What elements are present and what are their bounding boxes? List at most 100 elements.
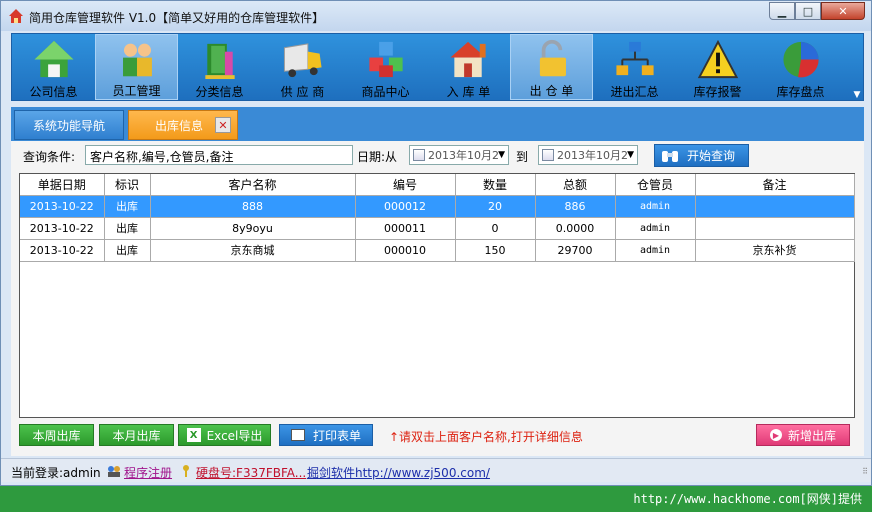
toolbar-company-info[interactable]: 公司信息	[12, 34, 95, 100]
toolbar-stock-alert[interactable]: 库存报警	[676, 34, 759, 100]
column-header[interactable]: 仓管员	[615, 174, 696, 196]
toolbar-label: 库存报警	[693, 85, 742, 99]
cell-quantity: 0	[455, 217, 536, 240]
tab-strip: 系统功能导航 出库信息 ✕	[11, 107, 864, 141]
cell-note	[695, 195, 855, 218]
current-user: 当前登录:admin	[11, 466, 101, 480]
cell-quantity: 150	[455, 239, 536, 262]
window-title: 简用仓库管理软件 V1.0【简单又好用的仓库管理软件】	[29, 11, 325, 25]
column-header[interactable]: 单据日期	[20, 174, 105, 196]
disk-id-link[interactable]: 硬盘号:F337FBFA...	[196, 464, 306, 481]
toolbar-stock-out[interactable]: 出 仓 单	[510, 34, 593, 100]
stock-out-panel: 查询条件: 客户名称,编号,仓管员,备注 日期:从 2013年10月2 ▼ 到 …	[11, 141, 864, 456]
padlock-icon	[539, 40, 566, 77]
toolbar-staff-management[interactable]: 员工管理	[95, 34, 178, 100]
date-from-label: 日期:从	[357, 150, 398, 164]
cell-keeper: admin	[615, 195, 696, 218]
cell-note	[695, 217, 855, 240]
column-header[interactable]: 数量	[455, 174, 536, 196]
cell-flag: 出库	[104, 239, 151, 262]
cell-number: 000012	[355, 195, 456, 218]
search-button-label: 开始查询	[687, 149, 736, 163]
resize-grip[interactable]: ⠿	[862, 467, 868, 476]
print-form-button[interactable]: 打印表单	[279, 424, 373, 446]
cell-customer[interactable]: 8y9oyu	[150, 217, 356, 240]
users-icon	[107, 465, 121, 477]
column-header[interactable]: 客户名称	[150, 174, 356, 196]
play-icon: ▶	[769, 429, 782, 441]
toolbar-in-out-summary[interactable]: 进出汇总	[593, 34, 676, 100]
date-from-value: 2013年10月2	[428, 149, 499, 162]
toolbar-category-info[interactable]: 分类信息	[178, 34, 261, 100]
tab-stock-out-info[interactable]: 出库信息 ✕	[128, 110, 238, 140]
toolbar-label: 入 库 单	[446, 85, 491, 99]
toolbar-stocktake[interactable]: 库存盘点	[759, 34, 842, 100]
chevron-down-icon: ▼	[498, 150, 505, 160]
warning-icon	[697, 39, 738, 79]
toolbar-product-center[interactable]: 商品中心	[344, 34, 427, 100]
maximize-button[interactable]: □	[795, 2, 821, 20]
binoculars-icon	[662, 150, 678, 162]
toolbar-label: 公司信息	[29, 85, 78, 99]
cell-total: 29700	[535, 239, 616, 262]
table-header-row: 单据日期 标识 客户名称 编号 数量 总额 仓管员 备注	[20, 174, 855, 196]
date-from-picker[interactable]: 2013年10月2 ▼	[409, 145, 509, 165]
excel-icon: X	[186, 428, 201, 442]
tab-close-icon[interactable]: ✕	[215, 117, 231, 133]
table-row[interactable]: 2013-10-22 出库 8y9oyu 000011 0 0.0000 adm…	[20, 217, 855, 240]
cell-number: 000010	[355, 239, 456, 262]
cell-customer[interactable]: 888	[150, 195, 356, 218]
column-header[interactable]: 备注	[695, 174, 855, 196]
week-stock-out-button[interactable]: 本周出库	[19, 424, 94, 446]
toolbar-scroll-button[interactable]: ▼	[851, 34, 863, 100]
chevron-down-icon: ▼	[627, 150, 634, 160]
print-form-label: 打印表单	[312, 428, 361, 443]
close-button[interactable]: ✕	[821, 2, 865, 20]
table-row[interactable]: 2013-10-22 出库 京东商城 000010 150 29700 admi…	[20, 239, 855, 262]
org-chart-icon	[615, 41, 654, 76]
toolbar-label: 员工管理	[112, 84, 161, 98]
app-house-icon	[9, 9, 23, 23]
books-icon	[204, 43, 235, 80]
toolbar-supplier[interactable]: 供 应 商	[261, 34, 344, 100]
query-label: 查询条件:	[23, 150, 76, 164]
add-stock-out-button[interactable]: ▶ 新增出库	[756, 424, 850, 446]
month-stock-out-button[interactable]: 本月出库	[99, 424, 174, 446]
date-to-picker[interactable]: 2013年10月2 ▼	[538, 145, 638, 165]
toolbar-label: 分类信息	[195, 85, 244, 99]
query-input[interactable]: 客户名称,编号,仓管员,备注	[85, 145, 353, 165]
column-header[interactable]: 编号	[355, 174, 456, 196]
cell-flag: 出库	[104, 217, 151, 240]
column-header[interactable]: 总额	[535, 174, 616, 196]
tab-system-navigation[interactable]: 系统功能导航	[14, 110, 124, 140]
search-button[interactable]: 开始查询	[654, 144, 749, 167]
website-link[interactable]: 掘剑软件http://www.zj500.com/	[307, 464, 490, 481]
cell-date: 2013-10-22	[20, 195, 105, 218]
warehouse-icon	[449, 41, 486, 78]
key-icon	[181, 465, 191, 477]
toolbar-label: 进出汇总	[610, 85, 659, 99]
table-row[interactable]: 2013-10-22 出库 888 000012 20 886 admin	[20, 195, 855, 218]
truck-icon	[283, 43, 322, 78]
watermark-text: http://www.hackhome.com[网侠]提供	[633, 492, 862, 506]
add-stock-out-label: 新增出库	[787, 428, 836, 443]
cell-date: 2013-10-22	[20, 239, 105, 262]
cell-quantity: 20	[455, 195, 536, 218]
cell-customer[interactable]: 京东商城	[150, 239, 356, 262]
status-bar: 当前登录:admin 程序注册 硬盘号:F337FBFA... 掘剑软件http…	[1, 458, 871, 482]
cell-keeper: admin	[615, 239, 696, 262]
date-from-checkbox[interactable]	[413, 149, 425, 161]
column-header[interactable]: 标识	[104, 174, 151, 196]
toolbar-label: 商品中心	[361, 85, 410, 99]
toolbar-stock-in[interactable]: 入 库 单	[427, 34, 510, 100]
pie-chart-icon	[782, 41, 819, 78]
app-window: 简用仓库管理软件 V1.0【简单又好用的仓库管理软件】 ▁ □ ✕ 公司信息 员…	[0, 0, 872, 486]
minimize-button[interactable]: ▁	[769, 2, 795, 20]
main-toolbar: 公司信息 员工管理 分类信息 供 应 商 商品中心 入 库 单 出 仓 单 进出…	[11, 33, 864, 101]
cell-note: 京东补货	[695, 239, 855, 262]
register-link[interactable]: 程序注册	[124, 464, 172, 481]
cell-keeper: admin	[615, 217, 696, 240]
excel-export-button[interactable]: X Excel导出	[178, 424, 271, 446]
cubes-icon	[368, 41, 403, 78]
date-to-checkbox[interactable]	[542, 149, 554, 161]
